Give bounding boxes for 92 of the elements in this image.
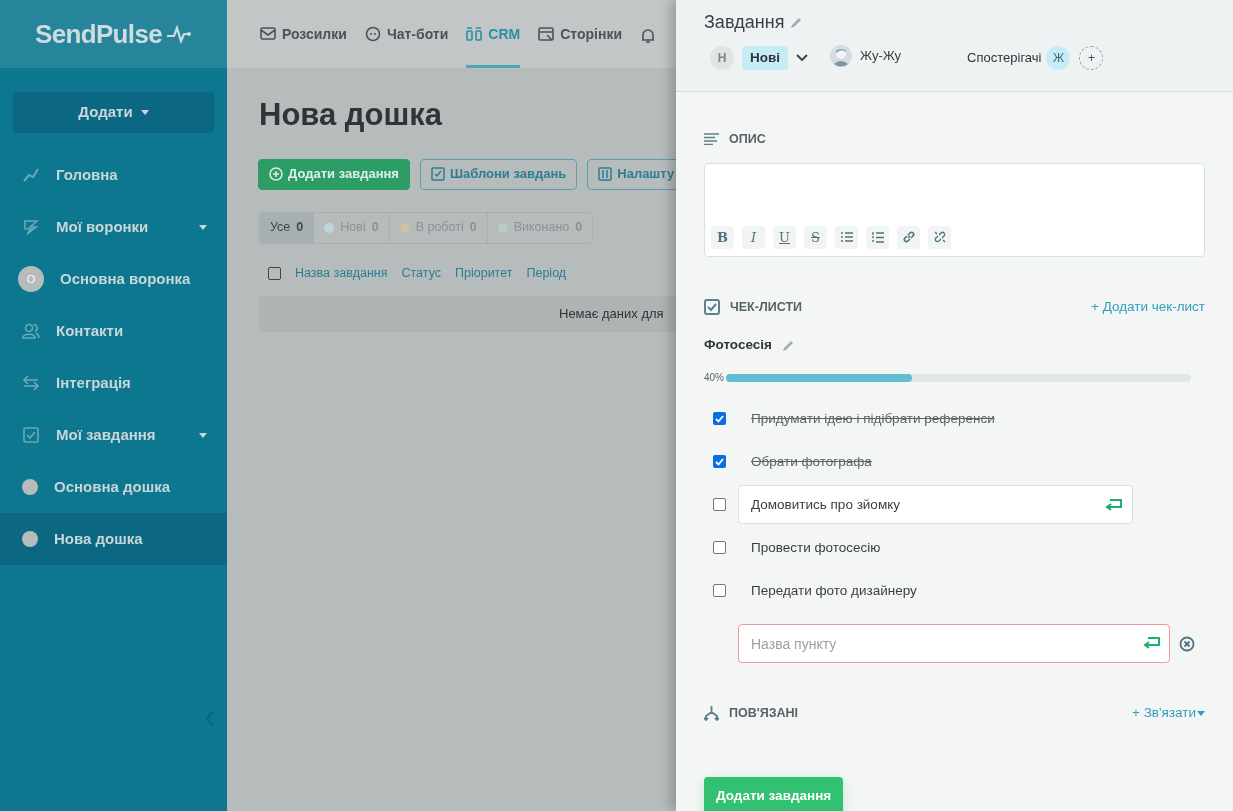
add-checklist-link[interactable]: + Додати чек-лист — [1091, 296, 1205, 317]
nav-tab[interactable]: CRM — [466, 0, 521, 68]
pencil-icon — [781, 338, 795, 352]
column-header[interactable]: Назва завдання — [295, 264, 388, 283]
checkbox-icon — [704, 298, 720, 315]
paragraph-lines-icon — [704, 133, 719, 146]
add-button[interactable]: Додати — [13, 92, 214, 133]
pencil-icon — [790, 16, 804, 29]
check-icon — [715, 457, 724, 466]
sidebar-item[interactable]: Мої завдання — [0, 409, 227, 461]
user-avatar-icon — [830, 45, 853, 67]
check-icon — [715, 414, 724, 423]
browser-window-icon — [538, 26, 555, 42]
numbered-list-icon — [871, 231, 884, 243]
bulleted-list-icon — [840, 232, 853, 243]
format-button[interactable]: S — [804, 225, 827, 249]
format-button[interactable]: B — [711, 225, 734, 249]
checklist-item-text: Передати фото дизайнеру — [750, 581, 917, 600]
checkbox[interactable] — [713, 455, 726, 469]
nav-tab[interactable]: Сторінки — [538, 0, 623, 68]
checklist-item-text: Провести фотосесію — [750, 538, 881, 557]
people-icon — [22, 322, 40, 340]
sidebar-item[interactable]: Мої воронки — [0, 201, 227, 253]
sidebar-item[interactable]: Нова дошка — [0, 513, 227, 565]
avatar: О — [18, 266, 44, 292]
empty-message: Немає даних для — [559, 304, 664, 323]
checkbox-icon — [430, 167, 445, 181]
columns-icon — [466, 26, 483, 42]
filter-tab[interactable]: Усе 0 — [259, 211, 315, 244]
panel-title: Завдання — [704, 11, 785, 34]
plus-circle-icon — [269, 167, 283, 181]
broken-link-icon — [933, 231, 946, 244]
close-icon — [1179, 635, 1195, 652]
chart-line-icon — [22, 166, 40, 184]
column-header[interactable]: Пріоритет — [455, 264, 513, 283]
format-button[interactable]: U — [773, 225, 796, 249]
checklist-item-text: Придумати ідею і підібрати референси — [750, 409, 995, 428]
checkbox[interactable] — [713, 584, 726, 598]
chevron-left-icon — [205, 711, 215, 727]
checkbox[interactable] — [268, 267, 281, 280]
checkbox[interactable] — [713, 412, 726, 426]
status-avatar: Н — [710, 46, 734, 70]
nav-tab[interactable]: Чат-боти — [364, 0, 449, 68]
new-item-field[interactable]: Назва пункту — [738, 624, 1170, 664]
chat-bubble-icon — [364, 26, 381, 42]
sidebar-item[interactable]: О Основна воронка — [0, 253, 227, 305]
link-icon — [902, 231, 915, 244]
branch-icon — [704, 705, 719, 722]
chevron-down-icon — [796, 54, 809, 62]
caret-icon — [140, 110, 149, 115]
checklist-item-field[interactable]: Домовитись про зйомку — [738, 485, 1133, 525]
format-button[interactable] — [897, 225, 920, 249]
checkbox-icon — [22, 426, 40, 444]
watcher-avatar: Ж — [1046, 46, 1071, 70]
sidebar-item[interactable]: Контакти — [0, 305, 227, 357]
format-button[interactable] — [928, 225, 951, 249]
checkbox[interactable] — [713, 498, 726, 512]
format-button[interactable] — [835, 225, 858, 249]
caret-icon — [1197, 710, 1205, 716]
enter-icon — [1105, 498, 1122, 511]
format-button[interactable] — [866, 225, 889, 249]
swap-arrows-icon — [22, 374, 40, 392]
watchers-label: Спостерігачі — [967, 49, 1042, 68]
sliders-icon — [598, 167, 613, 181]
toolbar-button[interactable]: Шаблони завдань — [419, 158, 578, 190]
checklist-item-text: Обрати фотографа — [750, 452, 872, 471]
checkbox[interactable] — [713, 541, 726, 555]
envelope-icon — [260, 26, 276, 42]
section-heading: ЧЕК-ЛИСТИ — [730, 298, 802, 316]
link-dropdown[interactable]: + Зв'язати — [1132, 703, 1205, 724]
toolbar-button[interactable]: Додати завдання — [258, 158, 410, 190]
sidebar-item[interactable]: Головна — [0, 149, 227, 201]
status-badge[interactable]: Нові — [742, 46, 789, 70]
checklist-name: Фотосесія — [704, 336, 772, 354]
column-header[interactable]: Статус — [401, 264, 441, 283]
pulse-icon — [166, 24, 193, 44]
progress-text: 40% — [704, 371, 724, 386]
page-title: Нова дошка — [259, 96, 444, 134]
assignee-name: Жу-Жу — [860, 47, 902, 66]
format-button[interactable]: I — [742, 225, 765, 249]
nav-tab[interactable]: Розсилки — [260, 0, 347, 68]
column-header[interactable]: Період — [526, 264, 567, 283]
submit-button[interactable]: Додати завдання — [704, 776, 844, 811]
sidebar-item[interactable]: Інтеграція — [0, 357, 227, 409]
logo-text: SendPulse — [34, 17, 163, 51]
section-heading: ОПИС — [729, 131, 766, 148]
section-heading: ПОВ'ЯЗАНІ — [729, 705, 799, 722]
lightning-icon — [22, 218, 40, 236]
enter-icon — [1143, 637, 1160, 650]
bell-icon — [640, 27, 657, 44]
text-editor[interactable]: B I U S — [704, 162, 1205, 257]
sidebar-item[interactable]: Основна дошка — [0, 461, 227, 513]
